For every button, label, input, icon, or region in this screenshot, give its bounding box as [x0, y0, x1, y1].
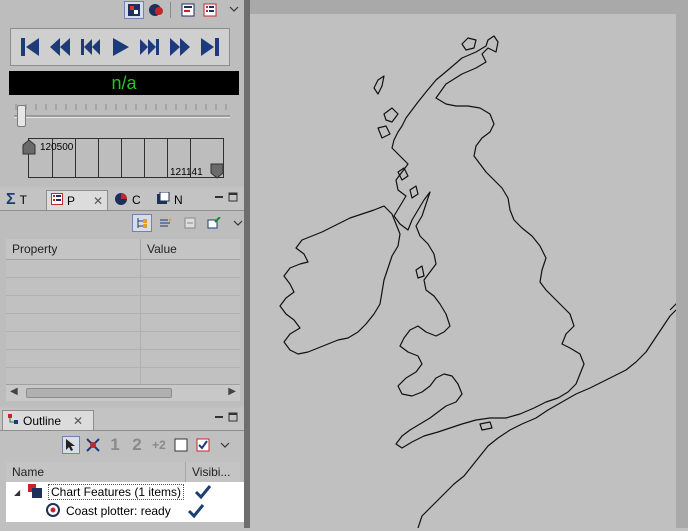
- tab-n[interactable]: N: [152, 190, 194, 210]
- scroll-right-icon[interactable]: ▶: [228, 386, 236, 397]
- step-forward-large-button[interactable]: [167, 34, 193, 60]
- tab-outline[interactable]: Outline ✕: [2, 410, 94, 430]
- outline-tree: ◢ Chart Features (1 items) Coast plotter…: [6, 482, 250, 522]
- outline-toolbar: 1 2 +2: [62, 435, 234, 454]
- properties-panel: Σ T P ✕ C N Property Value ◀ ▶: [0, 188, 244, 406]
- tab-p[interactable]: P ✕: [46, 190, 108, 210]
- range-end-handle[interactable]: [210, 163, 224, 179]
- display-mode-icon[interactable]: [124, 1, 144, 19]
- playback-controls: [10, 28, 230, 66]
- properties-icon[interactable]: [146, 1, 166, 19]
- tab-t[interactable]: Σ T: [2, 190, 44, 210]
- outline-tabbar: Outline ✕: [0, 408, 244, 431]
- island-north: [461, 37, 477, 51]
- view-menu-icon[interactable]: [216, 436, 234, 454]
- narrative-icon: [156, 191, 170, 209]
- column-header-property[interactable]: Property: [6, 239, 141, 259]
- outline-icon: [7, 413, 19, 428]
- time-controller-panel: n/a 120500 121141: [0, 0, 244, 186]
- sigma-icon: Σ: [6, 191, 16, 208]
- move-up-two-icon[interactable]: 2: [128, 435, 146, 454]
- move-plus-two-icon[interactable]: +2: [150, 436, 168, 454]
- maximize-icon[interactable]: [228, 412, 238, 422]
- properties-table-header: Property Value: [6, 239, 240, 260]
- step-back-small-button[interactable]: [77, 34, 103, 60]
- continent-coastline: [417, 293, 688, 529]
- view-menu-icon[interactable]: [224, 0, 244, 18]
- slider-ticks: [14, 101, 230, 110]
- maximize-icon[interactable]: [228, 192, 238, 202]
- map-right-margin: [676, 14, 688, 528]
- column-header-name[interactable]: Name: [6, 462, 186, 482]
- tree-item-label: Chart Features (1 items): [48, 484, 185, 500]
- coast-layer-icon: [46, 502, 60, 520]
- play-button[interactable]: [107, 34, 133, 60]
- visible-checkmark-icon[interactable]: [187, 503, 205, 519]
- step-forward-small-button[interactable]: [137, 34, 163, 60]
- properties-tabbar: Σ T P ✕ C N: [0, 188, 244, 211]
- island-wight: [479, 421, 493, 431]
- tab-c[interactable]: C: [110, 190, 150, 210]
- tree-item-label: Coast plotter: ready: [66, 504, 171, 518]
- layer-group-icon: [28, 483, 44, 501]
- scrollbar-thumb[interactable]: [26, 388, 172, 398]
- column-header-visibility[interactable]: Visibi...: [186, 462, 240, 482]
- expand-arrow-icon[interactable]: ◢: [14, 488, 24, 497]
- column-header-value[interactable]: Value: [141, 239, 240, 259]
- close-icon[interactable]: ✕: [73, 414, 83, 428]
- reveal-item-icon[interactable]: [194, 436, 212, 454]
- pin-icon[interactable]: [204, 214, 224, 232]
- minimize-icon[interactable]: [214, 412, 224, 422]
- horizontal-scrollbar[interactable]: ◀ ▶: [6, 384, 240, 401]
- properties-table: [6, 260, 240, 384]
- coastline-map: [279, 33, 688, 529]
- island-man: [415, 265, 425, 279]
- time-display: n/a: [9, 71, 239, 95]
- tree-item-chart-features[interactable]: ◢ Chart Features (1 items): [14, 483, 212, 501]
- close-icon[interactable]: ✕: [93, 194, 103, 208]
- map-canvas[interactable]: [250, 14, 688, 529]
- list-icon[interactable]: [200, 1, 220, 19]
- range-end-label: 121141: [170, 167, 203, 178]
- go-to-end-button[interactable]: [197, 34, 223, 60]
- time-slider-thumb[interactable]: [17, 105, 26, 127]
- categories-icon[interactable]: [132, 214, 152, 232]
- great-britain-coastline: [391, 35, 585, 449]
- restore-defaults-icon[interactable]: [180, 214, 200, 232]
- tree-item-coast-plotter[interactable]: Coast plotter: ready: [46, 502, 205, 520]
- step-back-large-button[interactable]: [47, 34, 73, 60]
- outline-title: Outline: [23, 413, 62, 428]
- filter-icon[interactable]: [156, 214, 176, 232]
- island-arran: [409, 185, 419, 199]
- time-slider-track[interactable]: [14, 115, 230, 118]
- map-top-margin: [250, 0, 688, 14]
- minimize-icon[interactable]: [214, 192, 224, 202]
- range-start-handle[interactable]: [22, 139, 36, 155]
- chart-icon: [114, 192, 128, 209]
- range-start-label: 120500: [40, 142, 74, 153]
- ireland-coastline: [279, 205, 401, 355]
- visible-checkmark-icon[interactable]: [194, 484, 212, 500]
- move-up-one-icon[interactable]: 1: [106, 435, 124, 454]
- island-skye: [383, 107, 399, 123]
- report-icon[interactable]: [178, 1, 198, 19]
- outline-table-header: Name Visibi...: [6, 462, 240, 483]
- expand-collapse-icon[interactable]: [84, 436, 102, 454]
- properties-icon: [51, 193, 63, 208]
- island-mull: [377, 125, 391, 139]
- properties-toolbar: [132, 214, 248, 232]
- go-to-start-button[interactable]: [17, 34, 43, 60]
- island-hebrides: [373, 75, 385, 95]
- scroll-left-icon[interactable]: ◀: [10, 386, 18, 397]
- hide-item-icon[interactable]: [172, 436, 190, 454]
- select-pointer-icon[interactable]: [62, 436, 80, 454]
